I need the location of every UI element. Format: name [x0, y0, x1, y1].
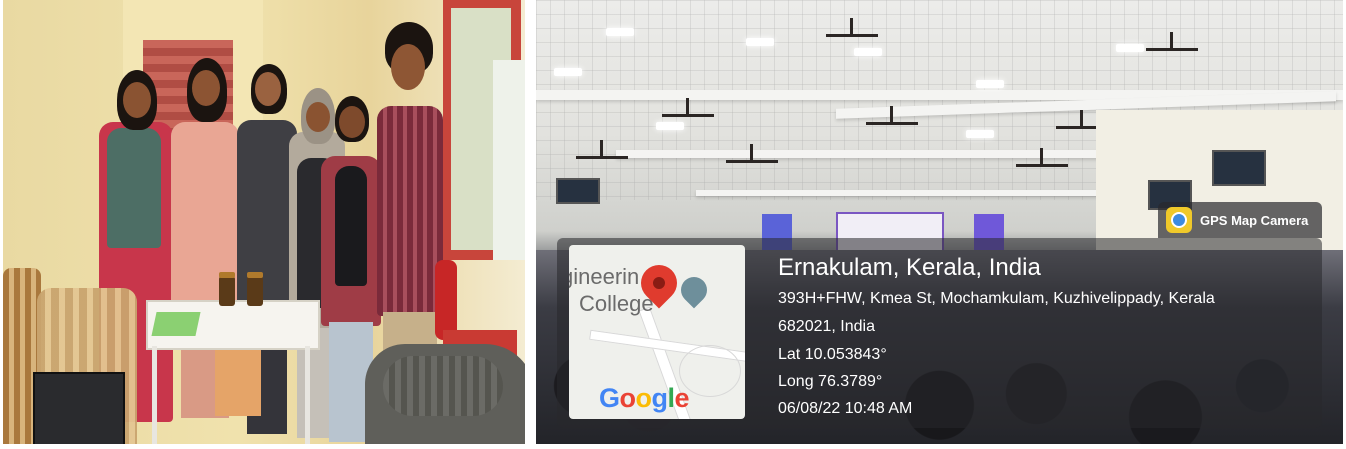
fire-extinguisher	[435, 260, 457, 340]
ceiling-fan	[576, 140, 628, 159]
map-place-label: gineerin College	[569, 264, 654, 316]
google-logo: Google	[599, 383, 690, 413]
longitude: Long 76.3789°	[778, 373, 883, 390]
ceiling-light	[746, 38, 774, 46]
ceiling-light	[656, 122, 684, 130]
window	[1212, 150, 1266, 186]
laptop	[33, 372, 125, 444]
ceiling-fan	[826, 18, 878, 37]
ceiling-light	[976, 80, 1004, 88]
address-line-1: 393H+FHW, Kmea St, Mochamkulam, Kuzhivel…	[778, 290, 1215, 307]
education-pin-icon	[675, 271, 713, 309]
ceiling-fan	[1016, 148, 1068, 167]
jar	[247, 272, 263, 306]
jar	[219, 272, 235, 306]
ceiling-light	[554, 68, 582, 76]
gps-camera-icon	[1166, 207, 1192, 233]
left-photo	[3, 0, 525, 444]
window	[493, 60, 525, 260]
ceiling-light	[1116, 44, 1144, 52]
grey-bag	[365, 344, 525, 444]
ceiling-light	[966, 130, 994, 138]
ceiling-light	[854, 48, 882, 56]
map-thumbnail: gineerin College Google	[569, 245, 745, 419]
green-book	[151, 312, 201, 336]
ceiling-fan	[726, 144, 778, 163]
window	[556, 178, 600, 204]
right-photo: GPS Map Camera gineerin College Google E…	[536, 0, 1343, 444]
location-title: Ernakulam, Kerala, India	[778, 254, 1041, 281]
datetime: 06/08/22 10:48 AM	[778, 400, 913, 417]
gps-badge-label: GPS Map Camera	[1200, 212, 1309, 228]
ceiling-light	[606, 28, 634, 36]
latitude: Lat 10.053843°	[778, 346, 887, 363]
gps-badge: GPS Map Camera	[1158, 202, 1322, 238]
ceiling-fan	[866, 106, 918, 125]
address-line-2: 682021, India	[778, 318, 875, 335]
ceiling-fan	[662, 98, 714, 117]
ceiling-fan	[1146, 32, 1198, 51]
